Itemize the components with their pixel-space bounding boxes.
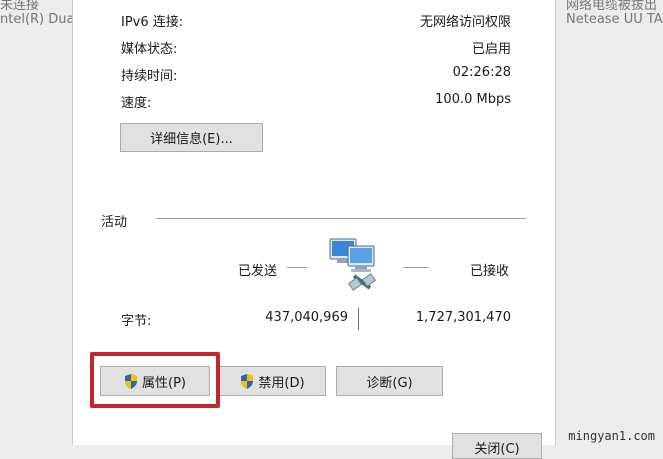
network-computers-icon — [329, 238, 377, 291]
sent-bytes: 437,040,969 — [265, 310, 348, 325]
uac-shield-icon — [241, 373, 254, 389]
disable-button[interactable]: 禁用(D) — [219, 366, 326, 396]
ipv6-label: IPv6 连接: — [121, 15, 184, 30]
media-state-label: 媒体状态: — [121, 42, 178, 57]
diagnose-button[interactable]: 诊断(G) — [336, 366, 443, 396]
bg-adapter-name-right: Netease UU TA — [566, 12, 663, 27]
speed-value: 100.0 Mbps — [435, 92, 511, 107]
received-dash — [403, 267, 429, 268]
highlight-annotation-box — [90, 352, 220, 408]
received-bytes: 1,727,301,470 — [415, 310, 511, 325]
bytes-label: 字节: — [121, 314, 152, 329]
sent-label: 已发送 — [238, 264, 278, 279]
duration-value: 02:26:28 — [452, 65, 511, 80]
activity-divider — [156, 218, 526, 219]
duration-label: 持续时间: — [121, 69, 178, 84]
activity-title: 活动 — [101, 215, 128, 230]
ipv6-value: 无网络访问权限 — [419, 15, 511, 30]
speed-label: 速度: — [121, 96, 152, 111]
bytes-separator — [358, 308, 359, 330]
watermark-text: mingyan1.com — [568, 429, 655, 443]
received-label: 已接收 — [470, 264, 510, 279]
details-button[interactable]: 详细信息(E)... — [120, 123, 263, 152]
bg-adapter-name-left: ntel(R) Dual — [0, 12, 79, 27]
sent-dash — [287, 267, 307, 268]
close-button[interactable]: 关闭(C) — [452, 433, 542, 459]
media-state-value: 已启用 — [471, 42, 511, 57]
disable-label: 禁用(D) — [258, 375, 305, 391]
